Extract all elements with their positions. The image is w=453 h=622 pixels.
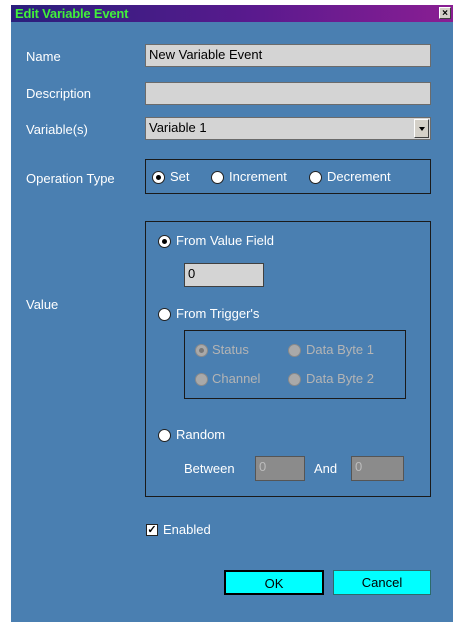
from-value-field-radio[interactable] — [158, 235, 171, 248]
between-input[interactable]: 0 — [255, 456, 305, 481]
description-input[interactable] — [145, 82, 431, 105]
dialog-body: Name New Variable Event Description Vari… — [11, 22, 453, 622]
cancel-button[interactable]: Cancel — [333, 570, 431, 595]
operation-increment-radio[interactable] — [211, 171, 224, 184]
trigger-status-radio[interactable] — [195, 344, 208, 357]
from-triggers-radio[interactable] — [158, 308, 171, 321]
enabled-checkbox[interactable]: ✓ — [146, 524, 158, 536]
enabled-label[interactable]: Enabled — [163, 522, 211, 537]
trigger-options-group: Status Data Byte 1 Channel Data Byte 2 — [184, 330, 406, 399]
trigger-data-byte-2-label[interactable]: Data Byte 2 — [306, 371, 374, 386]
value-group: From Value Field 0 From Trigger's Status… — [145, 221, 431, 497]
operation-type-label: Operation Type — [26, 171, 115, 186]
ok-button[interactable]: OK — [224, 570, 324, 595]
trigger-channel-radio[interactable] — [195, 373, 208, 386]
random-label[interactable]: Random — [176, 427, 225, 442]
from-triggers-label[interactable]: From Trigger's — [176, 306, 259, 321]
value-label: Value — [26, 297, 59, 312]
window-title: Edit Variable Event — [15, 6, 129, 21]
operation-set-label[interactable]: Set — [170, 169, 190, 184]
chevron-down-icon[interactable] — [414, 119, 429, 138]
operation-decrement-label[interactable]: Decrement — [327, 169, 391, 184]
and-label: And — [314, 461, 338, 476]
trigger-status-label[interactable]: Status — [212, 342, 249, 357]
close-button[interactable]: × — [439, 7, 451, 19]
operation-type-group: Set Increment Decrement — [145, 159, 431, 194]
description-label: Description — [26, 86, 92, 101]
and-input[interactable]: 0 — [351, 456, 404, 481]
value-field-input[interactable]: 0 — [184, 263, 264, 287]
variables-selected-value: Variable 1 — [149, 120, 207, 135]
operation-set-radio[interactable] — [152, 171, 165, 184]
name-input[interactable]: New Variable Event — [145, 44, 431, 67]
title-bar: Edit Variable Event × — [11, 5, 453, 22]
from-value-field-label[interactable]: From Value Field — [176, 233, 274, 248]
operation-increment-label[interactable]: Increment — [229, 169, 287, 184]
operation-decrement-radio[interactable] — [309, 171, 322, 184]
random-radio[interactable] — [158, 429, 171, 442]
trigger-data-byte-1-label[interactable]: Data Byte 1 — [306, 342, 374, 357]
name-label: Name — [26, 49, 61, 64]
trigger-data-byte-2-radio[interactable] — [288, 373, 301, 386]
trigger-channel-label[interactable]: Channel — [212, 371, 260, 386]
variables-label: Variable(s) — [26, 122, 88, 137]
variables-dropdown[interactable]: Variable 1 — [145, 117, 431, 140]
between-label: Between — [184, 461, 235, 476]
trigger-data-byte-1-radio[interactable] — [288, 344, 301, 357]
